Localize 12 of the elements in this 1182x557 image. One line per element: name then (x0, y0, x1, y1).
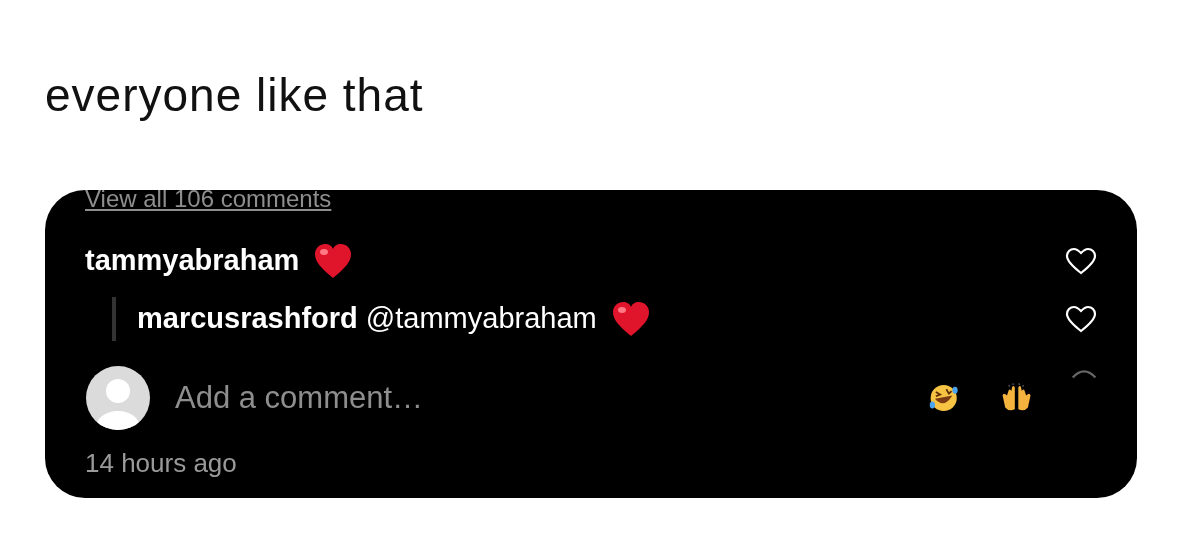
mention-link[interactable]: @tammyabraham (365, 297, 597, 341)
username: marcusrashford (137, 301, 358, 337)
username: tammyabraham (85, 243, 300, 279)
timestamp: 14 hours ago (85, 450, 238, 476)
like-button[interactable] (1065, 305, 1097, 333)
heart-icon (610, 300, 651, 338)
comment-input-field[interactable]: Add a comment… (175, 374, 699, 422)
like-button[interactable] (1065, 247, 1097, 275)
heart-icon (313, 242, 354, 280)
view-comments-link[interactable]: View all 106 comments (85, 190, 332, 211)
avatar-icon (85, 365, 151, 431)
arc-icon[interactable] (1070, 368, 1097, 380)
